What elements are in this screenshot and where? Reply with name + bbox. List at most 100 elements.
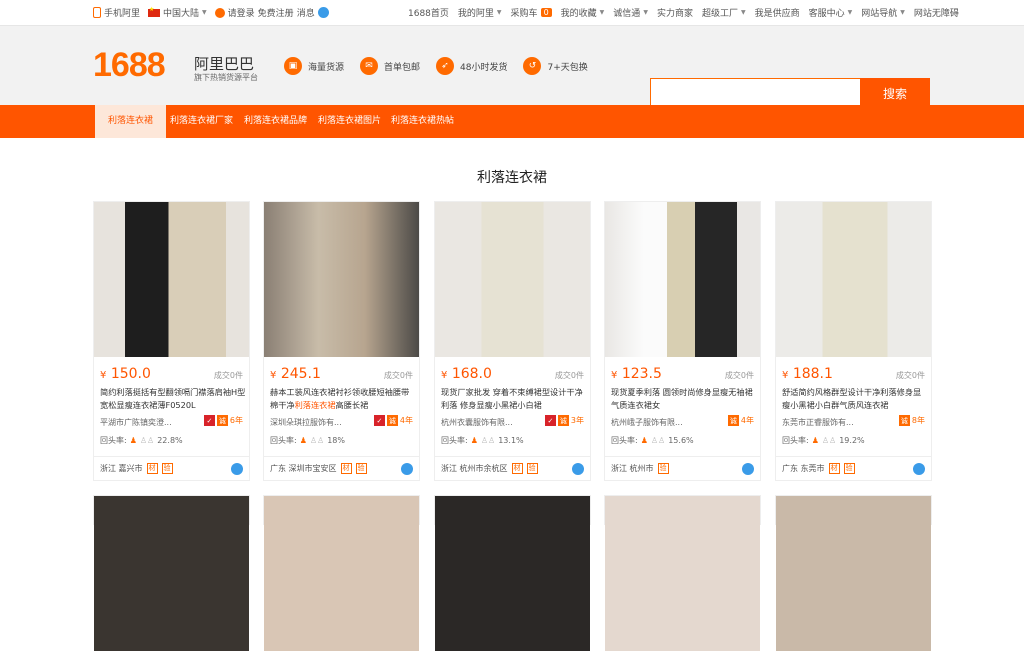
product-card[interactable] [604,495,761,651]
product-title[interactable]: 简约利落挺括有型翻领嗝门襟落肩袖H型宽松显瘦连衣裙薄F0520L [100,386,246,412]
shop-name[interactable]: 杭州峨子服饰有限... [611,417,706,428]
membership-years-value: 3年 [570,416,584,425]
repeat-rate-value: 13.1% [498,436,524,445]
nav-tab[interactable]: 利落连衣裙图片 [318,105,381,138]
membership-years: ✓ 诚 6年 [203,415,243,426]
nav-tab[interactable]: 利落连衣裙厂家 [170,105,233,138]
product-title-keyword: 利落连衣裙 [294,400,336,410]
product-image[interactable] [776,202,931,357]
wangwang-chat-icon[interactable] [231,463,243,475]
wangwang-chat-icon[interactable] [401,463,413,475]
product-card[interactable]: ¥ 123.5 成交0件 现货夏季利落 圆领时尚修身显瘦无袖裙气质连衣裙女 杭州峨子服… [604,201,761,481]
currency-symbol: ¥ [611,370,618,381]
product-card[interactable] [263,495,420,651]
shop-name[interactable]: 杭州衣囊服饰有限... [441,417,536,428]
region-selector[interactable]: 中国大陆▼ [148,6,207,19]
person-icon: ♙♙ [480,436,496,445]
chevron-down-icon: ▼ [847,9,853,16]
shop-name[interactable]: 平湖市广陈镇奕澄... [100,417,195,428]
product-image[interactable] [435,202,590,357]
repeat-rate-value: 22.8% [157,436,183,445]
wangwang-chat-icon[interactable] [913,463,925,475]
top-link[interactable]: 实力商家 [657,6,693,19]
chengxintong-icon: 诚 [386,415,398,426]
card-footer: 浙江 杭州市验 [605,456,760,480]
chevron-down-icon: ▼ [202,9,207,16]
top-link[interactable]: 采购车 0 [511,6,552,19]
repeat-rate-label: 回头率: [100,436,127,445]
product-price: ¥ 245.1 [270,366,321,382]
verified-tag-icon: 验 [355,463,367,474]
register-link[interactable]: 免费注册 [258,6,294,19]
product-title[interactable]: 舒适简约风格群型设计干净利落修身显瘦小黑裙小白群气质风连衣裙 [782,386,928,412]
chevron-down-icon: ▼ [599,9,605,16]
top-link[interactable]: 1688首页 [408,6,449,19]
top-link-label: 网站无障碍 [913,9,959,19]
top-link[interactable]: 超级工厂 ▼ [702,6,746,19]
trust-badge-icon: ✓ [544,415,556,426]
top-link[interactable]: 诚信通 ▼ [613,6,648,19]
product-image[interactable] [94,202,249,357]
card-footer: 浙江 杭州市余杭区材验 [435,456,590,480]
shop-location: 浙江 嘉兴市 [100,464,143,473]
product-image[interactable] [264,202,419,357]
membership-years-value: 4年 [740,416,754,425]
top-link-label: 我的阿里 [457,9,494,19]
deals-count: 成交0件 [383,371,413,380]
search-button[interactable]: 搜索 [860,78,930,108]
product-image[interactable] [94,496,249,651]
nav-tab[interactable]: 利落连衣裙热帖 [391,105,454,138]
top-link[interactable]: 网站无障碍 [914,6,959,19]
shop-name[interactable]: 深圳朵琪拉服饰有... [270,417,365,428]
top-link-label: 客服中心 [808,9,845,19]
repeat-rate-label: 回头率: [441,436,468,445]
product-title[interactable]: 现货夏季利落 圆领时尚修身显瘦无袖裙气质连衣裙女 [611,386,757,412]
messages-link[interactable]: 消息 [297,6,315,19]
product-price: ¥ 168.0 [441,366,492,382]
person-icon: ♟ [299,436,307,445]
phone-icon [93,7,101,18]
shop-location: 浙江 杭州市 [611,464,654,473]
product-title-text: 现货厂家批发 穿着不束缚裙型设计干净利落 修身显瘦小黑裙小白裙 [441,387,583,410]
top-link[interactable]: 客服中心 ▼ [809,6,853,19]
search-input[interactable] [650,78,860,108]
product-image[interactable] [435,496,590,651]
nav-tab[interactable]: 利落连衣裙 [95,105,167,138]
product-card[interactable]: ¥ 150.0 成交0件 简约利落挺括有型翻领嗝门襟落肩袖H型宽松显瘦连衣裙薄F05… [93,201,250,481]
shop-name[interactable]: 东莞市正睿服饰有... [782,417,877,428]
top-links: 1688首页 我的阿里 ▼ 采购车 0 我的收藏 ▼ 诚信通 ▼ 实力商家 超级工厂 ▼ 我是供应商 客服… [408,6,959,19]
top-link[interactable]: 我的阿里 ▼ [458,6,502,19]
service-features: ▣ 海量货源 ✉ 首单包邮 ➶ 48小时发货 ↺ 7+天包换 [284,57,588,75]
price-value: 168.0 [451,366,492,382]
product-image[interactable] [264,496,419,651]
message-icon[interactable] [317,7,329,18]
top-link[interactable]: 我的收藏 ▼ [561,6,605,19]
mobile-link[interactable]: 手机阿里 [93,6,140,19]
login-link[interactable]: 请登录 [228,6,255,19]
product-image[interactable] [605,202,760,357]
service-feature: ➶ 48小时发货 [436,57,507,75]
product-image[interactable] [776,496,931,651]
top-link[interactable]: 网站导航 ▼ [861,6,905,19]
return-icon: ↺ [523,57,542,75]
wangwang-chat-icon[interactable] [572,463,584,475]
service-feature: ✉ 首单包邮 [360,57,420,75]
membership-years-value: 4年 [399,416,413,425]
product-title[interactable]: 现货厂家批发 穿着不束缚裙型设计干净利落 修身显瘦小黑裙小白裙 [441,386,587,412]
product-image[interactable] [605,496,760,651]
product-card[interactable] [434,495,591,651]
product-card[interactable] [93,495,250,651]
product-card[interactable]: ¥ 245.1 成交0件赫本工装风连衣裙衬衫领收腰短袖腰带棉干净利落连衣裙高腰长裙… [263,201,420,481]
wangwang-chat-icon[interactable] [742,463,754,475]
product-card[interactable]: ¥ 168.0 成交0件 现货厂家批发 穿着不束缚裙型设计干净利落 修身显瘦小黑裙小… [434,201,591,481]
product-title[interactable]: 赫本工装风连衣裙衬衫领收腰短袖腰带棉干净利落连衣裙高腰长裙 [270,386,416,412]
nav-tab[interactable]: 利落连衣裙品牌 [244,105,307,138]
trust-badge-icon: ✓ [203,415,215,426]
person-icon: ♙♙ [139,436,155,445]
membership-years: 诚 4年 [727,415,754,426]
product-card[interactable]: ¥ 188.1 成交0件 舒适简约风格群型设计干净利落修身显瘦小黑裙小白群气质风连衣… [775,201,932,481]
logo[interactable]: 1688 [93,46,166,85]
product-card[interactable] [775,495,932,651]
top-link[interactable]: 我是供应商 [755,6,800,19]
currency-symbol: ¥ [270,370,277,381]
